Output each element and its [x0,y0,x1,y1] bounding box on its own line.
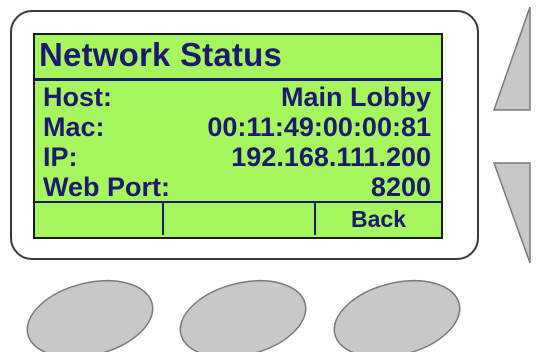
softkey-label-back: Back [351,206,406,232]
host-value: Main Lobby [281,82,431,112]
up-arrow-icon[interactable] [492,6,531,111]
host-row: Host: Main Lobby [43,82,431,113]
web-port-value: 8200 [370,172,431,202]
softkey-button-back[interactable] [326,269,468,352]
device: Network Status Host: Main Lobby Mac: 00:… [0,0,553,352]
softkey-label-1 [35,203,164,235]
down-arrow-icon[interactable] [492,162,531,264]
ip-label: IP: [43,142,78,172]
ip-value: 192.168.111.200 [231,142,431,172]
web-port-row: Web Port: 8200 [43,172,431,203]
title-divider [35,78,441,81]
mac-row: Mac: 00:11:49:00:00:81 [43,112,431,143]
mac-label: Mac: [43,112,105,142]
ip-row: IP: 192.168.111.200 [43,142,431,173]
softkey-label-2 [164,203,316,235]
mac-value: 00:11:49:00:00:81 [207,112,431,142]
lcd-screen: Network Status Host: Main Lobby Mac: 00:… [33,33,443,239]
softkey-button-1[interactable] [19,269,161,352]
web-port-label: Web Port: [43,172,170,202]
softkey-bar: Back [35,201,441,237]
softkey-button-2[interactable] [172,269,314,352]
screen-title: Network Status [39,36,283,73]
host-label: Host: [43,82,112,112]
